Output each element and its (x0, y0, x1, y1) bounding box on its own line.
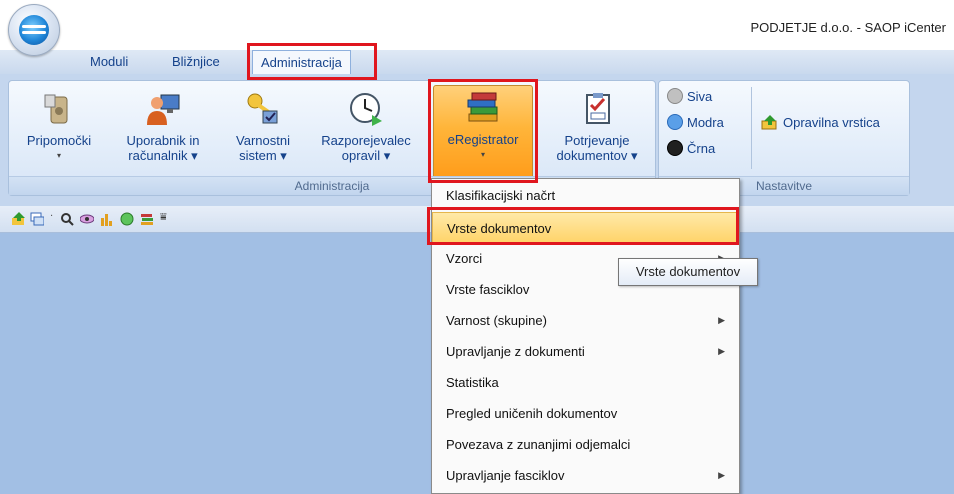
scheduler-clock-icon (348, 91, 384, 127)
eregistrator-dropdown-menu: Klasifikacijski načrt Vrste dokumentov V… (431, 178, 740, 494)
tools-icon (41, 91, 77, 127)
blue-dot-icon (667, 114, 683, 130)
checklist-icon (579, 91, 615, 127)
taskbar-up-icon[interactable] (12, 212, 26, 226)
tab-administracija[interactable]: Administracija (252, 50, 351, 74)
tab-moduli[interactable]: Moduli (82, 50, 136, 74)
pripomocki-button[interactable]: Pripomočki ▾ (15, 87, 103, 175)
taskbar-up-icon (761, 114, 779, 136)
keys-icon (245, 91, 281, 127)
separator-dot: · (50, 211, 54, 222)
theme-modra-button[interactable]: Modra (667, 113, 724, 133)
books-small-icon[interactable] (140, 212, 154, 226)
window-title: PODJETJE d.o.o. - SAOP iCenter (750, 20, 946, 35)
black-dot-icon (667, 140, 683, 156)
tab-bliznjice[interactable]: Bližnjice (164, 50, 228, 74)
varnostni-sistem-button[interactable]: Varnostni sistem ▾ (223, 87, 303, 175)
eregistrator-button[interactable]: eRegistrator ▾ (433, 85, 533, 179)
menu-item-vrste-dokumentov[interactable]: Vrste dokumentov (432, 212, 739, 243)
menu-item-upravljanje-fasciklov[interactable]: Upravljanje fasciklov ▶ (432, 460, 739, 491)
customize-qat-icon[interactable]: ⩸ (160, 210, 167, 224)
theme-siva-button[interactable]: Siva (667, 87, 712, 107)
menu-item-povezava-z-zunanjimi-odjemalci[interactable]: Povezava z zunanjimi odjemalci (432, 429, 739, 460)
ribbon-tab-strip: Moduli Bližnjice Administracija (0, 50, 954, 74)
user-computer-icon (145, 91, 181, 127)
title-bar: PODJETJE d.o.o. - SAOP iCenter (0, 0, 954, 56)
menu-item-varnost-skupine[interactable]: Varnost (skupine) ▶ (432, 305, 739, 336)
submenu-arrow-icon: ▶ (718, 315, 725, 325)
green-circle-icon[interactable] (120, 212, 134, 226)
eye-icon[interactable] (80, 212, 94, 226)
windows-icon[interactable] (30, 212, 44, 226)
bar-chart-icon[interactable] (100, 212, 114, 226)
uporabnik-racunalnik-button[interactable]: Uporabnik in računalnik ▾ (113, 87, 213, 175)
submenu-arrow-icon: ▶ (718, 470, 725, 480)
submenu-arrow-icon: ▶ (718, 346, 725, 356)
menu-item-statistika[interactable]: Statistika (432, 367, 739, 398)
search-people-icon[interactable] (60, 212, 74, 226)
razporejevalec-opravil-button[interactable]: Razporejevalec opravil ▾ (311, 87, 421, 175)
potrjevanje-dokumentov-button[interactable]: Potrjevanje dokumentov ▾ (545, 87, 649, 175)
application-menu-button[interactable] (8, 4, 60, 56)
opravilna-vrstica-button[interactable]: Opravilna vrstica (761, 113, 880, 133)
menu-item-klasifikacijski-nacrt[interactable]: Klasifikacijski načrt (432, 180, 739, 211)
app-logo-icon (19, 15, 49, 45)
books-icon (465, 90, 501, 126)
tooltip: Vrste dokumentov (618, 258, 758, 286)
group-separator (751, 87, 752, 169)
theme-crna-button[interactable]: Črna (667, 139, 715, 159)
menu-item-upravljanje-z-dokumenti[interactable]: Upravljanje z dokumenti ▶ (432, 336, 739, 367)
menu-item-pregled-unicenih-dokumentov[interactable]: Pregled uničenih dokumentov (432, 398, 739, 429)
gray-dot-icon (667, 88, 683, 104)
